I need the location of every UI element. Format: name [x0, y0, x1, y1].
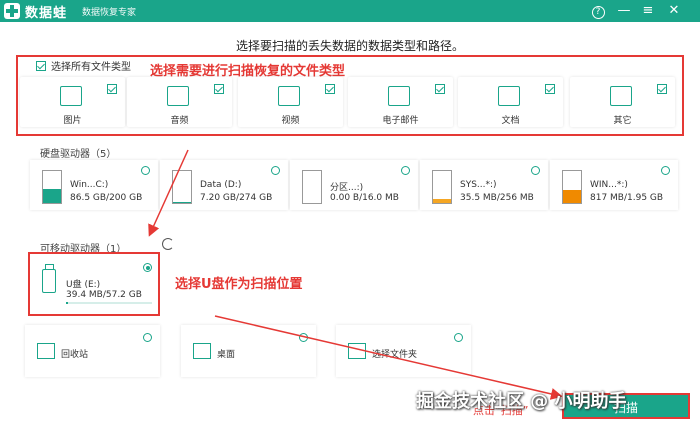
- drive-name: WIN...*:): [590, 180, 628, 190]
- drive-size: 86.5 GB/200 GB: [70, 193, 143, 203]
- hard-drive-icon: [42, 170, 62, 204]
- other-icon: [610, 86, 632, 106]
- location-label: 桌面: [217, 350, 236, 360]
- refresh-icon[interactable]: [162, 238, 174, 250]
- close-button[interactable]: ✕: [664, 1, 684, 21]
- radio-icon: [271, 166, 280, 175]
- select-all-label: 选择所有文件类型: [51, 62, 131, 73]
- select-all-checkbox[interactable]: 选择所有文件类型: [36, 58, 131, 73]
- file-type-audio[interactable]: 音频: [127, 77, 232, 127]
- checkbox-checked-icon: [214, 84, 224, 94]
- file-type-label: 视频: [281, 116, 300, 126]
- checkbox-checked-icon: [435, 84, 445, 94]
- minimize-button[interactable]: —: [614, 1, 634, 21]
- drive-card[interactable]: WIN...*:) 817 MB/1.95 GB: [550, 160, 678, 210]
- file-type-document[interactable]: 文档: [458, 77, 563, 127]
- file-type-label: 音频: [170, 116, 189, 126]
- checkbox-checked-icon: [107, 84, 117, 94]
- location-label: 选择文件夹: [372, 350, 418, 360]
- desktop-icon: [193, 343, 211, 359]
- checkbox-checked-icon: [36, 60, 46, 71]
- app-logo-icon: [4, 3, 20, 19]
- file-type-image[interactable]: 图片: [20, 77, 125, 127]
- instruction-text: 选择要扫描的丢失数据的数据类型和路径。: [235, 39, 464, 53]
- usb-usage-bar: [66, 302, 152, 304]
- radio-icon: [141, 166, 150, 175]
- image-icon: [60, 86, 82, 106]
- hard-drive-icon: [432, 170, 452, 204]
- radio-selected-icon: [143, 263, 152, 272]
- radio-icon: [531, 166, 540, 175]
- radio-icon: [143, 333, 152, 342]
- file-type-label: 文档: [501, 116, 520, 126]
- menu-button[interactable]: ≡: [638, 1, 658, 21]
- help-icon: ?: [591, 6, 605, 19]
- music-icon: [167, 86, 189, 106]
- checkbox-checked-icon: [325, 84, 335, 94]
- radio-icon: [454, 333, 463, 342]
- annotation-usb: 选择U盘作为扫描位置: [175, 277, 303, 292]
- email-icon: [388, 86, 410, 106]
- radio-icon: [401, 166, 410, 175]
- trash-icon: [37, 343, 55, 359]
- drive-size: 0.00 B/16.0 MB: [330, 193, 399, 203]
- hard-drive-icon: [172, 170, 192, 204]
- usb-drive-icon: [42, 264, 56, 293]
- radio-icon: [661, 166, 670, 175]
- drive-name: SYS...*:): [460, 180, 497, 190]
- location-desktop[interactable]: 桌面: [181, 325, 316, 377]
- checkbox-checked-icon: [657, 84, 667, 94]
- file-type-label: 图片: [63, 116, 82, 126]
- drive-card[interactable]: SYS...*:) 35.5 MB/256 MB: [420, 160, 548, 210]
- document-icon: [498, 86, 520, 106]
- drive-size: 7.20 GB/274 GB: [200, 193, 273, 203]
- hard-drive-icon: [562, 170, 582, 204]
- drive-card[interactable]: Data (D:) 7.20 GB/274 GB: [160, 160, 288, 210]
- video-icon: [278, 86, 300, 106]
- app-subtitle: 数据恢复专家: [82, 8, 137, 18]
- file-type-label: 其它: [613, 116, 632, 126]
- title-bar: 数据蛙 数据恢复专家 ? — ≡ ✕: [0, 0, 700, 22]
- drive-card[interactable]: Win...C:) 86.5 GB/200 GB: [30, 160, 158, 210]
- drive-name: 分区...:): [330, 183, 364, 193]
- radio-icon: [299, 333, 308, 342]
- drive-size: 817 MB/1.95 GB: [590, 193, 664, 203]
- hard-drive-icon: [302, 170, 322, 204]
- drive-name: Win...C:): [70, 180, 109, 190]
- folder-icon: [348, 343, 366, 359]
- checkbox-checked-icon: [545, 84, 555, 94]
- location-select-folder[interactable]: 选择文件夹: [336, 325, 471, 377]
- drive-name: Data (D:): [200, 180, 242, 190]
- help-button[interactable]: ?: [588, 1, 608, 21]
- file-type-other[interactable]: 其它: [570, 77, 675, 127]
- usb-drive-card[interactable]: U盘 (E:) 39.4 MB/57.2 GB: [30, 255, 158, 313]
- file-type-video[interactable]: 视频: [238, 77, 343, 127]
- usb-drive-size: 39.4 MB/57.2 GB: [66, 290, 142, 300]
- drive-card[interactable]: 分区...:) 0.00 B/16.0 MB: [290, 160, 418, 210]
- file-type-email[interactable]: 电子邮件: [348, 77, 453, 127]
- location-label: 回收站: [61, 350, 89, 360]
- file-type-label: 电子邮件: [382, 116, 419, 126]
- app-name: 数据蛙: [25, 6, 68, 21]
- drive-size: 35.5 MB/256 MB: [460, 193, 534, 203]
- watermark: 掘金技术社区 @ 小明助手: [416, 391, 627, 412]
- hard-drives-title: 硬盘驱动器（5）: [40, 149, 117, 160]
- location-recycle-bin[interactable]: 回收站: [25, 325, 160, 377]
- usb-drive-name: U盘 (E:): [66, 280, 101, 290]
